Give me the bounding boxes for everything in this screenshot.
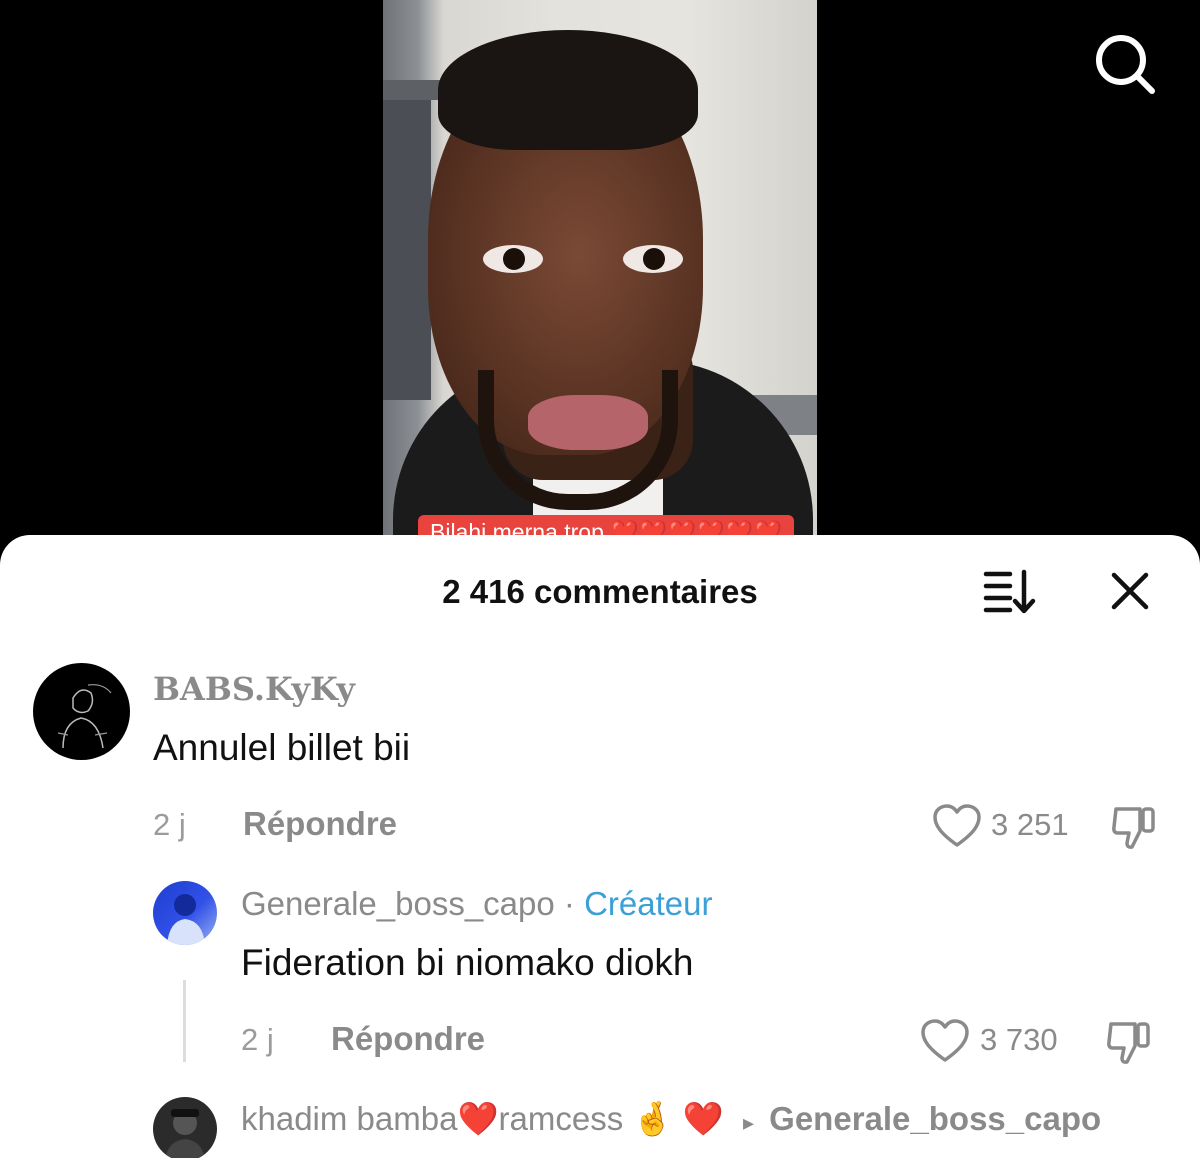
- reply-text: Fideration bi niomako diokh: [241, 942, 694, 983]
- dislike-button[interactable]: [1105, 1018, 1153, 1068]
- search-icon: [1096, 35, 1155, 94]
- video-player[interactable]: Bilahi merna trop ❤️❤️❤️❤️❤️❤️: [0, 0, 1200, 560]
- reply-to-username[interactable]: Generale_boss_capo: [769, 1100, 1101, 1137]
- username-part: khadim bamba: [241, 1100, 458, 1137]
- reply-username[interactable]: Generale_boss_capo: [241, 885, 555, 922]
- reply-button[interactable]: Répondre: [331, 1020, 485, 1058]
- video-frame[interactable]: Bilahi merna trop ❤️❤️❤️❤️❤️❤️: [383, 0, 817, 545]
- close-button[interactable]: [1104, 565, 1156, 617]
- avatar[interactable]: [33, 663, 130, 760]
- reply-time: 2 j: [241, 1022, 274, 1057]
- comment-time: 2 j: [153, 807, 186, 842]
- heart-emoji: ❤️: [682, 1100, 724, 1137]
- reply-username-line: khadim bamba❤️ramcess 🤞 ❤️ ▸ Generale_bo…: [241, 1100, 1101, 1139]
- like-count: 3 730: [980, 1022, 1058, 1057]
- avatar[interactable]: [153, 1097, 217, 1158]
- username-part: ramcess: [498, 1100, 624, 1137]
- search-button[interactable]: [1090, 30, 1160, 100]
- avatar[interactable]: [153, 881, 217, 945]
- reply-button[interactable]: Répondre: [243, 805, 397, 843]
- sort-button[interactable]: [982, 568, 1038, 616]
- video-background-door: [383, 100, 431, 400]
- comment-text: Annulel billet bii: [153, 727, 411, 768]
- close-icon: [1111, 572, 1149, 610]
- avatar-sketch-icon: [57, 684, 112, 749]
- reply-arrow-icon: ▸: [742, 1110, 754, 1135]
- reply-username-line: Generale_boss_capo · Créateur: [241, 885, 712, 923]
- video-person-eye: [483, 245, 543, 273]
- avatar-person-icon: [165, 1109, 205, 1158]
- video-person-hair: [438, 30, 698, 150]
- like-button[interactable]: [920, 1018, 970, 1064]
- heart-emoji: ❤️: [457, 1100, 499, 1137]
- reply-username[interactable]: khadim bamba❤️ramcess 🤞 ❤️: [241, 1100, 724, 1137]
- creator-badge: Créateur: [584, 885, 713, 922]
- avatar-person-icon: [167, 894, 205, 945]
- dislike-button[interactable]: [1110, 803, 1158, 853]
- thumbs-down-icon: [1112, 807, 1155, 849]
- comments-panel: 2 416 commentaires BABS.KyKy Annulel bil…: [0, 535, 1200, 1158]
- thumbs-down-icon: [1107, 1022, 1150, 1064]
- thread-line: [183, 980, 186, 1062]
- like-button[interactable]: [932, 803, 982, 849]
- comment-username[interactable]: BABS.KyKy: [153, 670, 355, 708]
- like-count: 3 251: [991, 807, 1069, 842]
- video-person-eye: [623, 245, 683, 273]
- separator-dot: ·: [563, 885, 575, 922]
- heart-icon: [921, 1019, 969, 1062]
- crossed-fingers-emoji: 🤞: [632, 1100, 674, 1137]
- video-person-mouth: [528, 395, 648, 450]
- heart-icon: [933, 804, 981, 847]
- sort-icon: [983, 569, 1036, 614]
